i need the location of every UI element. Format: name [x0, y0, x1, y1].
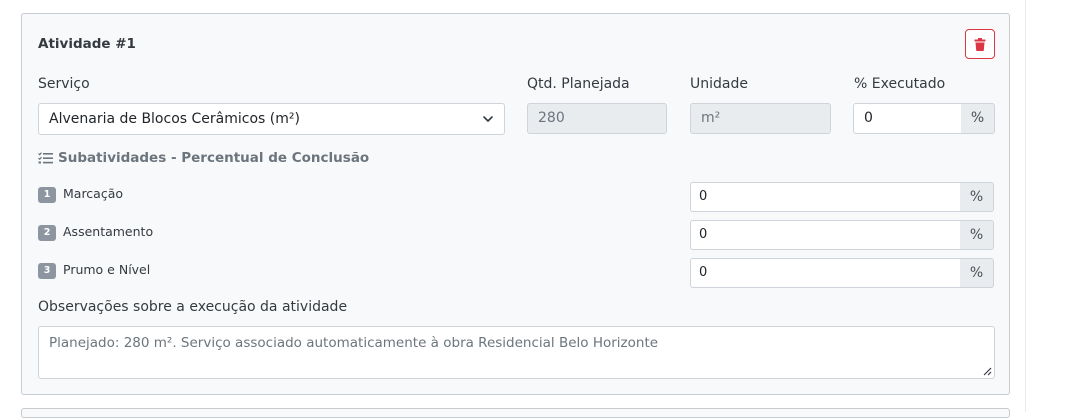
subactivity-percent-input[interactable]: 0 [690, 220, 961, 250]
subactivity-percent-addon: % [960, 220, 994, 250]
notes-textarea[interactable]: Planejado: 280 m². Serviço associado aut… [38, 326, 995, 379]
service-select[interactable]: Alvenaria de Blocos Cerâmicos (m²) [38, 103, 505, 135]
subactivity-percent-input[interactable]: 0 [690, 258, 961, 288]
subactivity-percent-addon: % [960, 182, 994, 212]
activity-card: Atividade #1 Serviço Qtd. Planejada Unid… [21, 13, 1010, 395]
activity-title: Atividade #1 [38, 36, 136, 52]
unit-label: Unidade [690, 76, 748, 92]
subactivity-label: Marcação [63, 186, 124, 201]
page-divider [1025, 0, 1026, 412]
delete-activity-button[interactable] [965, 29, 995, 59]
notes-label: Observações sobre a execução da atividad… [38, 299, 348, 315]
subactivity-number-badge: 2 [38, 225, 56, 241]
subactivity-percent-addon: % [960, 258, 994, 288]
unit-input: m² [690, 103, 831, 134]
subactivity-percent-input[interactable]: 0 [690, 182, 961, 212]
subactivity-number-badge: 1 [38, 187, 56, 203]
executed-percent-addon: % [961, 103, 995, 134]
subactivity-label: Prumo e Nível [63, 262, 151, 277]
chevron-down-icon [483, 116, 493, 122]
next-activity-card [21, 408, 1010, 418]
list-check-icon [38, 152, 53, 164]
subactivities-heading: Subatividades - Percentual de Conclusão [38, 150, 369, 166]
subactivity-label: Assentamento [63, 224, 154, 239]
planned-qty-input: 280 [527, 103, 667, 134]
trash-icon [974, 37, 986, 51]
notes-text: Planejado: 280 m². Serviço associado aut… [49, 335, 659, 351]
executed-label: % Executado [854, 76, 946, 92]
service-label: Serviço [38, 76, 90, 92]
subactivities-heading-text: Subatividades - Percentual de Conclusão [58, 150, 370, 166]
subactivity-number-badge: 3 [38, 263, 56, 279]
service-select-value: Alvenaria de Blocos Cerâmicos (m²) [49, 111, 300, 127]
executed-input[interactable]: 0 [853, 103, 962, 134]
planned-qty-label: Qtd. Planejada [527, 76, 630, 92]
resize-grip-icon[interactable] [982, 366, 992, 376]
